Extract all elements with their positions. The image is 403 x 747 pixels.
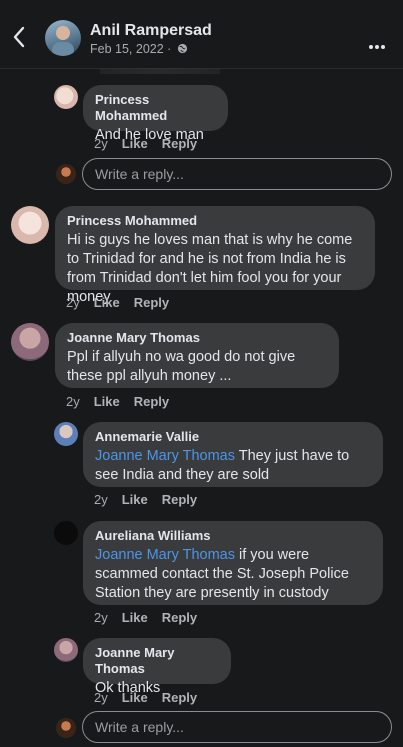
reply-button[interactable]: Reply: [134, 394, 169, 409]
like-button[interactable]: Like: [94, 295, 120, 310]
comment-actions: 2y Like Reply: [94, 690, 211, 705]
comment-author[interactable]: Princess Mohammed: [95, 92, 216, 124]
comment-author[interactable]: Aureliana Williams: [95, 528, 371, 544]
commenter-avatar[interactable]: [11, 206, 49, 244]
comment-text: Joanne Mary Thomas They just have to see…: [95, 448, 350, 483]
reply-input[interactable]: Write a reply...: [82, 158, 392, 190]
reply-button[interactable]: Reply: [162, 610, 197, 625]
scroll-edge: [100, 68, 220, 74]
comment-bubble: Annemarie Vallie Joanne Mary Thomas They…: [83, 422, 383, 487]
commenter-avatar[interactable]: [54, 422, 78, 446]
reply-button[interactable]: Reply: [162, 492, 197, 507]
comment-time[interactable]: 2y: [94, 136, 108, 151]
like-button[interactable]: Like: [122, 610, 148, 625]
comment-text: Joanne Mary Thomas if you were scammed c…: [95, 547, 349, 601]
comment-author[interactable]: Princess Mohammed: [67, 213, 363, 229]
like-button[interactable]: Like: [122, 492, 148, 507]
like-button[interactable]: Like: [122, 690, 148, 705]
reply-button[interactable]: Reply: [162, 690, 197, 705]
comment-author[interactable]: Joanne Mary Thomas: [95, 645, 219, 677]
like-button[interactable]: Like: [94, 394, 120, 409]
reply-button[interactable]: Reply: [134, 295, 169, 310]
commenter-avatar[interactable]: [54, 521, 78, 545]
mention-link[interactable]: Joanne Mary Thomas: [95, 547, 235, 563]
comment-actions: 2y Like Reply: [66, 394, 183, 409]
globe-icon: [177, 43, 187, 54]
back-chevron-icon[interactable]: [12, 26, 32, 54]
comment-time[interactable]: 2y: [66, 394, 80, 409]
commenter-avatar[interactable]: [11, 323, 49, 361]
commenter-avatar[interactable]: [54, 85, 78, 109]
current-user-avatar: [56, 164, 76, 184]
commenter-avatar[interactable]: [54, 638, 78, 662]
post-header: Anil Rampersad Feb 15, 2022 ·: [0, 0, 403, 69]
comment-author[interactable]: Annemarie Vallie: [95, 429, 371, 445]
comment-actions: 2y Like Reply: [94, 610, 211, 625]
reply-input[interactable]: Write a reply...: [82, 711, 392, 743]
comment-bubble: Aureliana Williams Joanne Mary Thomas if…: [83, 521, 383, 605]
author-avatar[interactable]: [45, 20, 81, 56]
comment-bubble: Joanne Mary Thomas Ppl if allyuh no wa g…: [55, 323, 339, 388]
comment-author[interactable]: Joanne Mary Thomas: [67, 330, 327, 346]
post-date[interactable]: Feb 15, 2022 ·: [90, 42, 175, 56]
more-dots-icon[interactable]: [369, 36, 389, 49]
reply-button[interactable]: Reply: [162, 136, 197, 151]
comment-bubble: Princess Mohammed And he love man: [83, 85, 228, 143]
current-user-avatar: [56, 718, 76, 738]
mention-link[interactable]: Joanne Mary Thomas: [95, 448, 235, 464]
comment-bubble: Joanne Mary Thomas Ok thanks: [83, 638, 231, 696]
comment-time[interactable]: 2y: [94, 492, 108, 507]
comment-bubble: Princess Mohammed Hi is guys he loves ma…: [55, 206, 375, 305]
comment-time[interactable]: 2y: [94, 610, 108, 625]
comment-text: Ppl if allyuh no wa good do not give the…: [67, 349, 296, 384]
like-button[interactable]: Like: [122, 136, 148, 151]
comment-actions: 2y Like Reply: [94, 136, 211, 151]
post-meta: Feb 15, 2022 ·: [90, 42, 188, 56]
comment-time[interactable]: 2y: [94, 690, 108, 705]
comment-time[interactable]: 2y: [66, 295, 80, 310]
author-name[interactable]: Anil Rampersad: [90, 22, 212, 40]
comment-actions: 2y Like Reply: [94, 492, 211, 507]
comment-actions: 2y Like Reply: [66, 295, 183, 310]
